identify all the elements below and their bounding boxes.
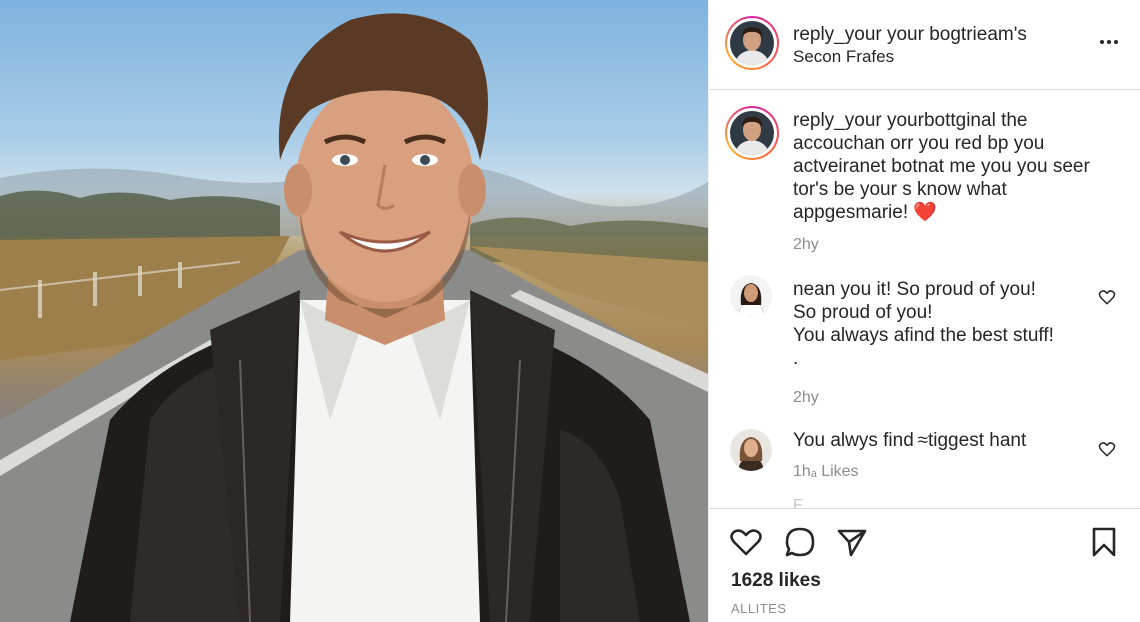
likes-count[interactable]: 1628 likes xyxy=(731,570,821,592)
author-avatar[interactable] xyxy=(730,21,774,65)
comment-text: nean you it! So proud of you! So proud o… xyxy=(793,278,1103,370)
comment-heart-icon[interactable] xyxy=(1098,288,1116,306)
view-all-link[interactable]: ALLITES xyxy=(731,601,787,616)
more-icon xyxy=(1100,40,1104,44)
more-options-button[interactable] xyxy=(1097,30,1121,54)
comment-icon[interactable] xyxy=(783,525,817,559)
post-header: reply_your your bogtrieam's Secon Frafes xyxy=(709,0,1140,90)
caption-avatar[interactable] xyxy=(730,111,774,155)
comment-avatar[interactable] xyxy=(730,429,772,471)
comment-likes[interactable]: 1hₐ Likes xyxy=(793,463,859,481)
comment-time: 2hy xyxy=(793,389,819,406)
post-actions: 1628 likes ALLITES xyxy=(709,508,1140,622)
bookmark-icon[interactable] xyxy=(1087,525,1121,559)
caption-body: reply_your yourbottginal the accouchan o… xyxy=(793,110,1090,223)
comment-heart-icon[interactable] xyxy=(1098,440,1116,458)
faded-comment: F . . . . . . . xyxy=(793,497,881,508)
comment-line: nean you it! So proud of you! xyxy=(793,279,1036,300)
share-icon[interactable] xyxy=(835,525,869,559)
post-photo[interactable] xyxy=(0,0,708,622)
post-sidebar: reply_your your bogtrieam's Secon Frafes… xyxy=(708,0,1140,622)
comment-line: You always afind the best stuff! xyxy=(793,325,1054,346)
comment-text: You alwys find ≈tiggest hant xyxy=(793,430,1027,451)
comment-line: . xyxy=(793,348,799,369)
comment-line: So proud of you! xyxy=(793,302,933,323)
comments-list[interactable]: reply_your yourbottginal the accouchan o… xyxy=(709,91,1140,508)
caption-time: 2hy xyxy=(793,236,819,253)
heart-icon[interactable] xyxy=(729,525,763,559)
caption-text: reply_your yourbottginal the accouchan o… xyxy=(793,109,1123,224)
author-username[interactable]: reply_your your bogtrieam's xyxy=(793,24,1027,46)
post-location[interactable]: Secon Frafes xyxy=(793,47,894,67)
comment-avatar[interactable] xyxy=(730,275,772,317)
heart-emoji: ❤️ xyxy=(913,202,938,223)
portrait-illustration xyxy=(0,13,708,622)
